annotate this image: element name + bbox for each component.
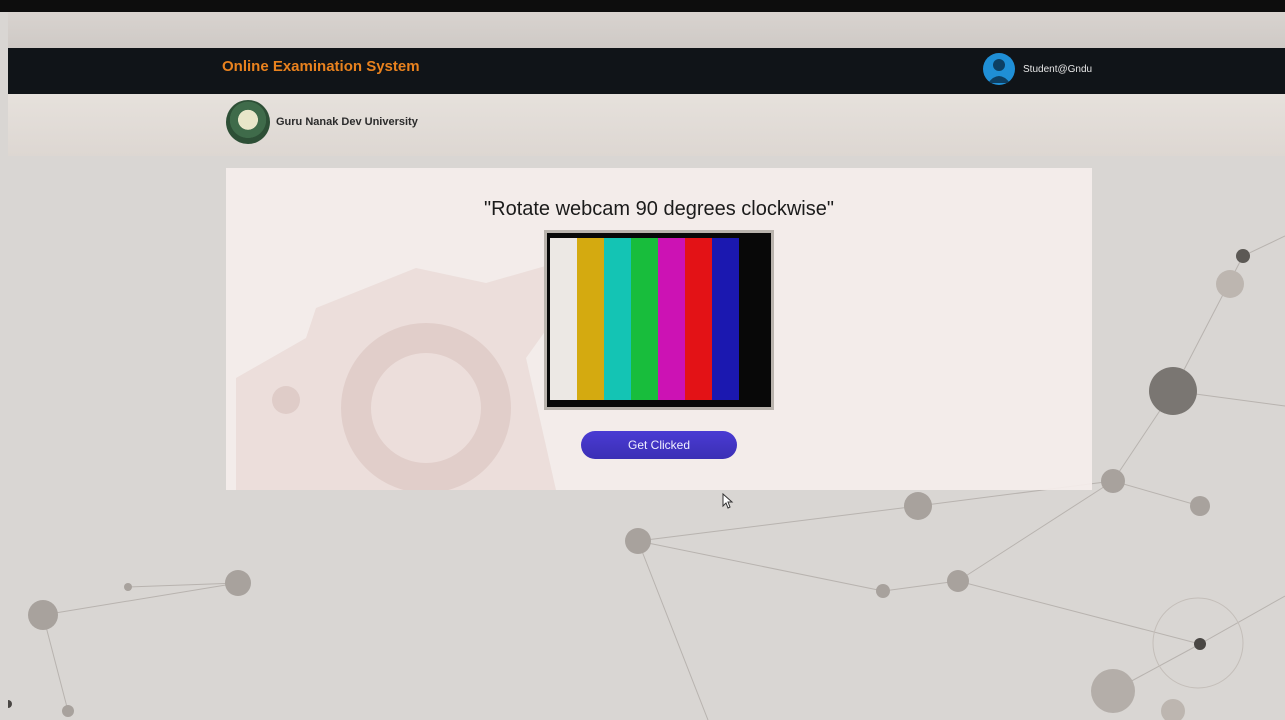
color-bar xyxy=(550,238,577,400)
get-clicked-button[interactable]: Get Clicked xyxy=(581,431,737,459)
brand-bar: Guru Nanak Dev University xyxy=(8,94,1285,156)
webcam-instruction: "Rotate webcam 90 degrees clockwise" xyxy=(484,198,834,220)
app-title: Online Examination System xyxy=(222,58,420,75)
user-menu[interactable]: Student@Gndu xyxy=(983,53,1092,85)
webcam-preview xyxy=(544,230,774,410)
university-logo xyxy=(226,100,270,144)
color-bar xyxy=(658,238,685,400)
color-bar xyxy=(712,238,739,400)
screen-bezel xyxy=(0,0,1285,12)
color-bar xyxy=(685,238,712,400)
color-bar xyxy=(604,238,631,400)
mouse-cursor-icon xyxy=(722,493,734,509)
user-name[interactable]: Student@Gndu xyxy=(1023,64,1092,75)
color-bar xyxy=(577,238,604,400)
top-navbar: Online Examination System Student@Gndu xyxy=(8,48,1285,94)
browser-top-strip xyxy=(8,12,1285,48)
color-bar xyxy=(631,238,658,400)
color-bars xyxy=(550,238,739,400)
university-name: Guru Nanak Dev University xyxy=(276,116,418,128)
user-avatar-icon[interactable] xyxy=(983,53,1015,85)
instruction-card: "Rotate webcam 90 degrees clockwise" Get… xyxy=(226,168,1092,490)
